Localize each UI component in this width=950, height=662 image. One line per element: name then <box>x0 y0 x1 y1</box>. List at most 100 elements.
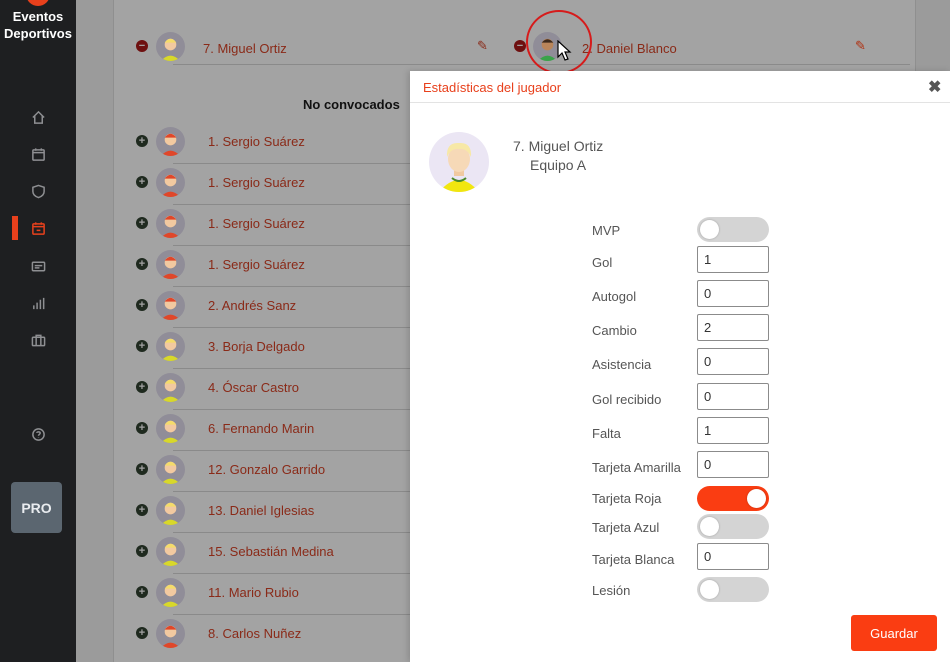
add-player-button[interactable]: + <box>136 422 148 434</box>
player-avatar <box>156 250 185 279</box>
player-avatar <box>156 578 185 607</box>
row-divider <box>173 573 449 574</box>
add-player-button[interactable]: + <box>136 586 148 598</box>
sidebar-item-events[interactable] <box>0 215 76 241</box>
add-player-button[interactable]: + <box>136 340 148 352</box>
tarjeta-amarilla-label: Tarjeta Amarilla <box>592 460 681 475</box>
modal-title: Estadísticas del jugador <box>423 80 562 95</box>
not-called-player-name[interactable]: 3. Borja Delgado <box>208 339 305 354</box>
not-called-player-name[interactable]: 13. Daniel Iglesias <box>208 503 314 518</box>
bar-chart-icon <box>32 297 44 309</box>
not-called-player-name[interactable]: 2. Andrés Sanz <box>208 298 296 313</box>
edit-stats-icon[interactable]: ✎ <box>477 38 488 54</box>
player-avatar <box>156 455 185 484</box>
cambio-input[interactable] <box>697 314 769 341</box>
tarjeta-roja-toggle[interactable] <box>697 486 769 511</box>
called-player-name[interactable]: 7. Miguel Ortiz <box>203 41 287 56</box>
help-icon <box>31 427 45 441</box>
lesion-label: Lesión <box>592 583 631 598</box>
row-divider <box>173 614 449 615</box>
sidebar-item-help[interactable] <box>0 421 76 447</box>
not-called-player-name[interactable]: 8. Carlos Nuñez <box>208 626 301 641</box>
row-divider <box>173 491 449 492</box>
row-divider <box>173 409 449 410</box>
brand-name[interactable]: Eventos Deportivos <box>0 8 76 42</box>
gol-recibido-input[interactable] <box>697 383 769 410</box>
calendar-icon <box>31 147 45 161</box>
player-stats-modal: Estadísticas del jugador ✖ 7. Miguel Ort… <box>410 71 950 662</box>
sidebar: Eventos Deportivos PRO <box>0 0 76 662</box>
toggle-knob <box>700 517 719 536</box>
add-player-button[interactable]: + <box>136 176 148 188</box>
player-avatar <box>156 537 185 566</box>
player-avatar <box>156 332 185 361</box>
not-called-player-name[interactable]: 11. Mario Rubio <box>208 585 299 600</box>
row-divider <box>173 163 449 164</box>
toggle-knob <box>700 220 719 239</box>
row-divider <box>173 327 449 328</box>
add-player-button[interactable]: + <box>136 299 148 311</box>
pro-badge[interactable]: PRO <box>11 482 62 533</box>
sidebar-item-calendar[interactable] <box>0 141 76 167</box>
tarjeta-amarilla-input[interactable] <box>697 451 769 478</box>
not-called-player-name[interactable]: 1. Sergio Suárez <box>208 257 305 272</box>
id-card-icon <box>31 261 45 271</box>
brand-logo <box>26 0 50 6</box>
add-player-button[interactable]: + <box>136 217 148 229</box>
sidebar-item-teams[interactable] <box>0 178 76 204</box>
close-icon[interactable]: ✖ <box>928 77 941 97</box>
not-called-player-name[interactable]: 12. Gonzalo Garrido <box>208 462 325 477</box>
save-button[interactable]: Guardar <box>851 615 937 651</box>
not-called-player-name[interactable]: 1. Sergio Suárez <box>208 216 305 231</box>
player-name: 7. Miguel Ortiz <box>513 138 604 154</box>
tarjeta-roja-label: Tarjeta Roja <box>592 491 662 506</box>
tarjeta-azul-label: Tarjeta Azul <box>592 520 660 535</box>
row-divider <box>173 368 449 369</box>
row-divider <box>173 532 449 533</box>
mvp-toggle[interactable] <box>697 217 769 242</box>
row-divider <box>173 450 449 451</box>
add-player-button[interactable]: + <box>136 381 148 393</box>
tarjeta-blanca-input[interactable] <box>697 543 769 570</box>
not-called-player-name[interactable]: 1. Sergio Suárez <box>208 134 305 149</box>
falta-label: Falta <box>592 426 621 441</box>
add-player-button[interactable]: + <box>136 258 148 270</box>
remove-player-button[interactable]: − <box>136 40 148 52</box>
not-called-player-name[interactable]: 4. Óscar Castro <box>208 380 299 395</box>
player-avatar <box>156 373 185 402</box>
gol-input[interactable] <box>697 246 769 273</box>
cambio-label: Cambio <box>592 323 637 338</box>
gol-recibido-label: Gol recibido <box>592 392 662 407</box>
add-player-button[interactable]: + <box>136 504 148 516</box>
player-avatar-large <box>429 132 489 192</box>
add-player-button[interactable]: + <box>136 463 148 475</box>
sidebar-item-stats[interactable] <box>0 290 76 316</box>
modal-header: Estadísticas del jugador ✖ <box>410 71 950 103</box>
not-called-player-name[interactable]: 6. Fernando Marin <box>208 421 314 436</box>
asistencia-input[interactable] <box>697 348 769 375</box>
sidebar-item-club[interactable] <box>0 327 76 353</box>
brand-line-2: Deportivos <box>4 26 72 41</box>
player-avatar <box>156 127 185 156</box>
toggle-knob <box>700 580 719 599</box>
not-called-player-name[interactable]: 15. Sebastián Medina <box>208 544 334 559</box>
home-icon <box>31 110 45 124</box>
remove-player-button[interactable]: − <box>514 40 526 52</box>
add-player-button[interactable]: + <box>136 627 148 639</box>
shield-icon <box>31 184 45 198</box>
add-player-button[interactable]: + <box>136 545 148 557</box>
edit-stats-icon[interactable]: ✎ <box>855 38 866 54</box>
not-called-player-name[interactable]: 1. Sergio Suárez <box>208 175 305 190</box>
row-divider <box>173 245 449 246</box>
lesion-toggle[interactable] <box>697 577 769 602</box>
add-player-button[interactable]: + <box>136 135 148 147</box>
autogol-input[interactable] <box>697 280 769 307</box>
sidebar-item-home[interactable] <box>0 104 76 130</box>
player-avatar <box>156 32 185 61</box>
not-called-title: No convocados <box>303 97 400 112</box>
autogol-label: Autogol <box>592 289 637 304</box>
falta-input[interactable] <box>697 417 769 444</box>
sidebar-item-members[interactable] <box>0 253 76 279</box>
called-player-name[interactable]: 2. Daniel Blanco <box>582 41 677 56</box>
tarjeta-azul-toggle[interactable] <box>697 514 769 539</box>
